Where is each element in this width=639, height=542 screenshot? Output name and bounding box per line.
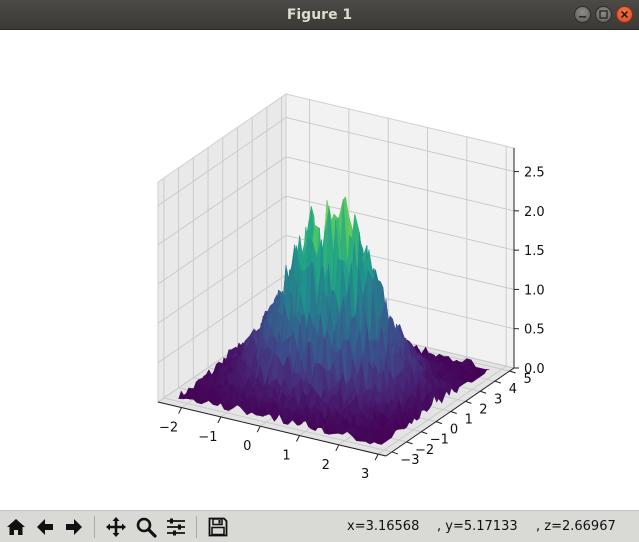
navigation-toolbar: x=3.16568 , y=5.17133 , z=2.66967 bbox=[0, 510, 639, 542]
x-tick-label: −2 bbox=[159, 421, 178, 436]
forward-button[interactable] bbox=[61, 514, 87, 540]
toolbar-separator bbox=[196, 516, 197, 538]
forward-arrow-icon bbox=[66, 519, 82, 535]
x-tick-label: 0 bbox=[243, 439, 251, 454]
x-tick-label: −1 bbox=[198, 430, 217, 445]
y-tick-label: −1 bbox=[430, 433, 449, 448]
home-icon bbox=[7, 519, 25, 535]
z-tick-label: 2.5 bbox=[524, 166, 545, 181]
x-tick-mark bbox=[256, 425, 261, 433]
maximize-button[interactable] bbox=[595, 6, 612, 23]
minimize-button[interactable] bbox=[574, 6, 591, 23]
x-tick-mark bbox=[296, 435, 300, 442]
cursor-x-readout: x=3.16568 bbox=[347, 519, 420, 534]
z-tick-label: 0.0 bbox=[524, 362, 545, 377]
zoom-icon bbox=[136, 517, 157, 538]
save-button[interactable] bbox=[205, 514, 231, 540]
y-tick-mark bbox=[494, 380, 502, 384]
y-tick-label: 2 bbox=[479, 402, 487, 417]
y-tick-mark bbox=[450, 411, 457, 414]
back-button[interactable] bbox=[32, 514, 58, 540]
z-tick-label: 1.5 bbox=[524, 244, 545, 259]
configure-subplots-button[interactable] bbox=[163, 514, 189, 540]
z-tick-label: 1.0 bbox=[524, 283, 545, 298]
window-title: Figure 1 bbox=[286, 7, 353, 23]
3d-surface-plot[interactable]: −2−10123−3−2−10123450.00.51.01.52.02.5 bbox=[0, 30, 639, 510]
close-icon bbox=[620, 10, 629, 19]
x-tick-label: 2 bbox=[322, 458, 330, 473]
y-tick-mark bbox=[509, 370, 516, 374]
save-icon bbox=[208, 517, 228, 537]
z-tick-label: 0.5 bbox=[524, 323, 545, 338]
y-tick-mark bbox=[391, 451, 399, 455]
y-tick-mark bbox=[465, 400, 472, 404]
pan-icon bbox=[106, 517, 126, 537]
zoom-button[interactable] bbox=[133, 514, 159, 540]
y-tick-label: 3 bbox=[494, 392, 502, 407]
window-titlebar[interactable]: Figure 1 bbox=[0, 0, 639, 30]
y-tick-mark bbox=[480, 390, 487, 394]
x-tick-label: 1 bbox=[282, 449, 290, 464]
z-tick-label: 2.0 bbox=[524, 205, 545, 220]
x-tick-label: 3 bbox=[361, 467, 369, 482]
x-tick-mark bbox=[335, 444, 340, 452]
x-tick-mark bbox=[178, 407, 183, 414]
cursor-z-readout: , z=2.66967 bbox=[536, 519, 616, 534]
cursor-y-readout: , y=5.17133 bbox=[437, 519, 518, 534]
y-tick-mark bbox=[421, 431, 428, 435]
y-tick-label: 4 bbox=[509, 382, 517, 397]
window-controls bbox=[574, 6, 633, 23]
x-tick-mark bbox=[217, 416, 222, 424]
y-tick-label: 1 bbox=[465, 412, 473, 427]
configure-subplots-icon bbox=[167, 518, 185, 536]
y-tick-mark bbox=[406, 441, 413, 445]
y-tick-label: 0 bbox=[450, 423, 458, 438]
toolbar-separator bbox=[94, 516, 95, 538]
minimize-icon bbox=[579, 16, 586, 18]
figure-canvas[interactable]: −2 −1 0 1 2 3 −3 −2 −1 0 1 2 3 4 5 0.0 0.5 1.0 1.5 2.0 2.5 bbox=[0, 30, 639, 510]
home-button[interactable] bbox=[3, 514, 29, 540]
maximize-icon bbox=[599, 10, 608, 19]
back-arrow-icon bbox=[37, 519, 53, 535]
close-button[interactable] bbox=[616, 6, 633, 23]
x-tick-mark bbox=[374, 453, 379, 461]
pan-button[interactable] bbox=[103, 514, 129, 540]
y-tick-mark bbox=[435, 421, 443, 425]
